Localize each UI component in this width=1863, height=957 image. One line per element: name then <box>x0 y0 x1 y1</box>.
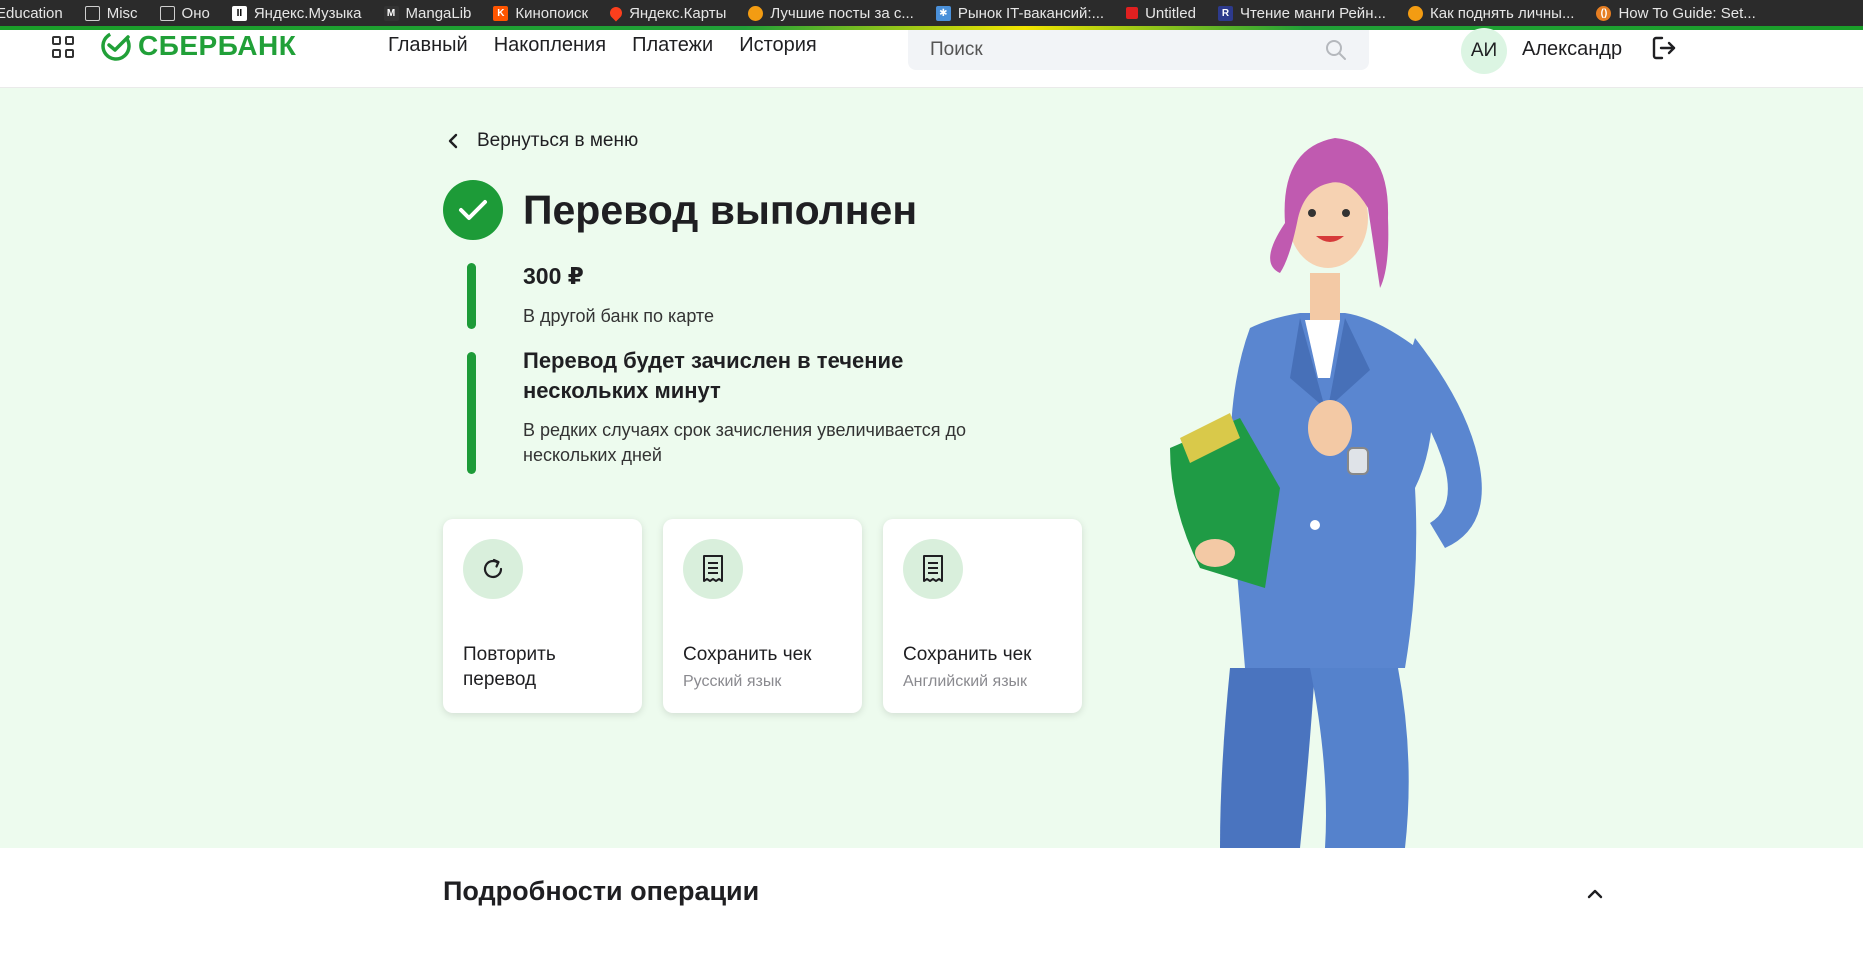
card-label: Сохранить чек <box>903 644 1032 665</box>
bookmark-label: Untitled <box>1145 4 1196 22</box>
map-pin-icon <box>607 4 625 22</box>
main-nav: Главный Накопления Платежи История <box>388 34 843 57</box>
save-receipt-en-button[interactable]: Сохранить чек Английский язык <box>883 519 1082 713</box>
bookmark-yandex-music[interactable]: II Яндекс.Музыка <box>231 4 362 22</box>
back-label: Вернуться в меню <box>477 130 639 151</box>
bookmark-label: MangaLib <box>405 4 472 22</box>
pikabu-icon <box>1407 5 1423 21</box>
site-header: СБЕРБАНК Главный Накопления Платежи Исто… <box>0 28 1863 88</box>
bookmark-pikabu-best[interactable]: Лучшие посты за с... <box>748 4 914 22</box>
kinopoisk-icon: K <box>493 5 509 21</box>
bookmark-manga-reader[interactable]: R Чтение манги Рейн... <box>1217 4 1386 22</box>
bookmark-label: Чтение манги Рейн... <box>1239 4 1386 22</box>
chevron-left-icon <box>448 133 458 149</box>
bookmark-how-to-guide[interactable]: () How To Guide: Set... <box>1596 4 1756 22</box>
card-label: Повторить перевод <box>463 644 556 690</box>
card-sublabel: Английский язык <box>903 673 1028 690</box>
apps-grid-icon[interactable] <box>52 36 74 58</box>
nav-history[interactable]: История <box>739 34 817 57</box>
bookmark-label: Education <box>0 4 63 22</box>
operation-details-section: Подробности операции <box>0 848 1863 957</box>
receipt-icon <box>683 539 743 599</box>
amount-block: 300 ₽ В другой банк по карте <box>467 263 1087 329</box>
card-sublabel: Русский язык <box>683 673 782 690</box>
bookmark-yandex-maps[interactable]: Яндекс.Карты <box>607 4 727 22</box>
bookmark-label: Лучшие посты за с... <box>770 4 914 22</box>
bookmark-label: Яндекс.Карты <box>629 4 727 22</box>
guide-icon: () <box>1596 5 1612 21</box>
bookmark-label: Рынок IT-вакансий:... <box>957 4 1105 22</box>
red-square-icon <box>1126 7 1139 19</box>
repeat-transfer-button[interactable]: Повторить перевод <box>443 519 642 713</box>
bookmark-label: How To Guide: Set... <box>1618 4 1756 22</box>
nav-savings[interactable]: Накопления <box>494 34 606 57</box>
logout-icon[interactable] <box>1650 34 1678 62</box>
status-bar <box>467 263 476 329</box>
bookmark-label: Кинопоиск <box>515 4 589 22</box>
woman-illustration <box>1170 138 1482 848</box>
receipt-icon <box>903 539 963 599</box>
search-icon[interactable] <box>1325 39 1347 61</box>
notice-block: Перевод будет зачислен в течение несколь… <box>467 348 1087 474</box>
sber-logo[interactable]: СБЕРБАНК <box>100 30 296 62</box>
nav-main[interactable]: Главный <box>388 34 468 57</box>
bookmark-label: Оно <box>181 4 210 22</box>
bookmark-label: Яндекс.Музыка <box>253 4 362 22</box>
mangalib-icon: M <box>383 5 399 21</box>
bookmark-ono[interactable]: Оно <box>159 4 210 22</box>
chevron-up-icon[interactable] <box>1583 882 1607 906</box>
logo-text: СБЕРБАНК <box>138 30 297 61</box>
folder-icon <box>84 5 100 21</box>
folder-icon <box>159 5 175 21</box>
transfer-amount: 300 ₽ <box>523 263 584 289</box>
card-label: Сохранить чек <box>683 644 812 665</box>
page-title: Перевод выполнен <box>523 187 918 233</box>
transfer-method: В другой банк по карте <box>523 306 714 326</box>
pikabu-icon <box>748 5 764 21</box>
bookmark-education[interactable]: Education <box>0 5 63 22</box>
bookmark-pikabu-raise[interactable]: Как поднять личны... <box>1407 4 1575 22</box>
crediting-notice: Перевод будет зачислен в течение несколь… <box>523 348 904 403</box>
transfer-result-section: Вернуться в меню Перевод выполнен 300 ₽ … <box>0 88 1863 848</box>
bookmarks-bar: Education Misc Оно II Яндекс.Музыка M Ma… <box>0 0 1863 26</box>
save-receipt-ru-button[interactable]: Сохранить чек Русский язык <box>663 519 862 713</box>
repeat-icon <box>463 539 523 599</box>
success-check-icon <box>443 180 503 240</box>
bookmark-it-market[interactable]: ✱ Рынок IT-вакансий:... <box>935 4 1105 22</box>
bookmark-mangalib[interactable]: M MangaLib <box>383 4 472 22</box>
sber-logo-icon <box>101 31 131 61</box>
bookmark-misc[interactable]: Misc <box>84 4 138 22</box>
it-market-icon: ✱ <box>935 5 951 21</box>
back-to-menu-link[interactable]: Вернуться в меню <box>447 130 638 152</box>
crediting-notice-detail: В редких случаях срок зачисления увеличи… <box>523 420 967 465</box>
details-title: Подробности операции <box>443 876 760 906</box>
status-bar <box>467 352 476 474</box>
bookmark-label: Как поднять личны... <box>1429 4 1575 22</box>
search-input[interactable] <box>930 39 1325 61</box>
manga-reader-icon: R <box>1217 5 1233 21</box>
search-box <box>908 30 1369 70</box>
bookmark-kinopoisk[interactable]: K Кинопоиск <box>493 5 588 22</box>
yandex-music-icon: II <box>231 5 247 21</box>
user-name[interactable]: Александр <box>1522 38 1622 61</box>
nav-payments[interactable]: Платежи <box>632 34 713 57</box>
avatar[interactable]: АИ <box>1461 28 1507 74</box>
bookmark-untitled[interactable]: Untitled <box>1126 5 1196 22</box>
bookmark-label: Misc <box>106 4 138 22</box>
